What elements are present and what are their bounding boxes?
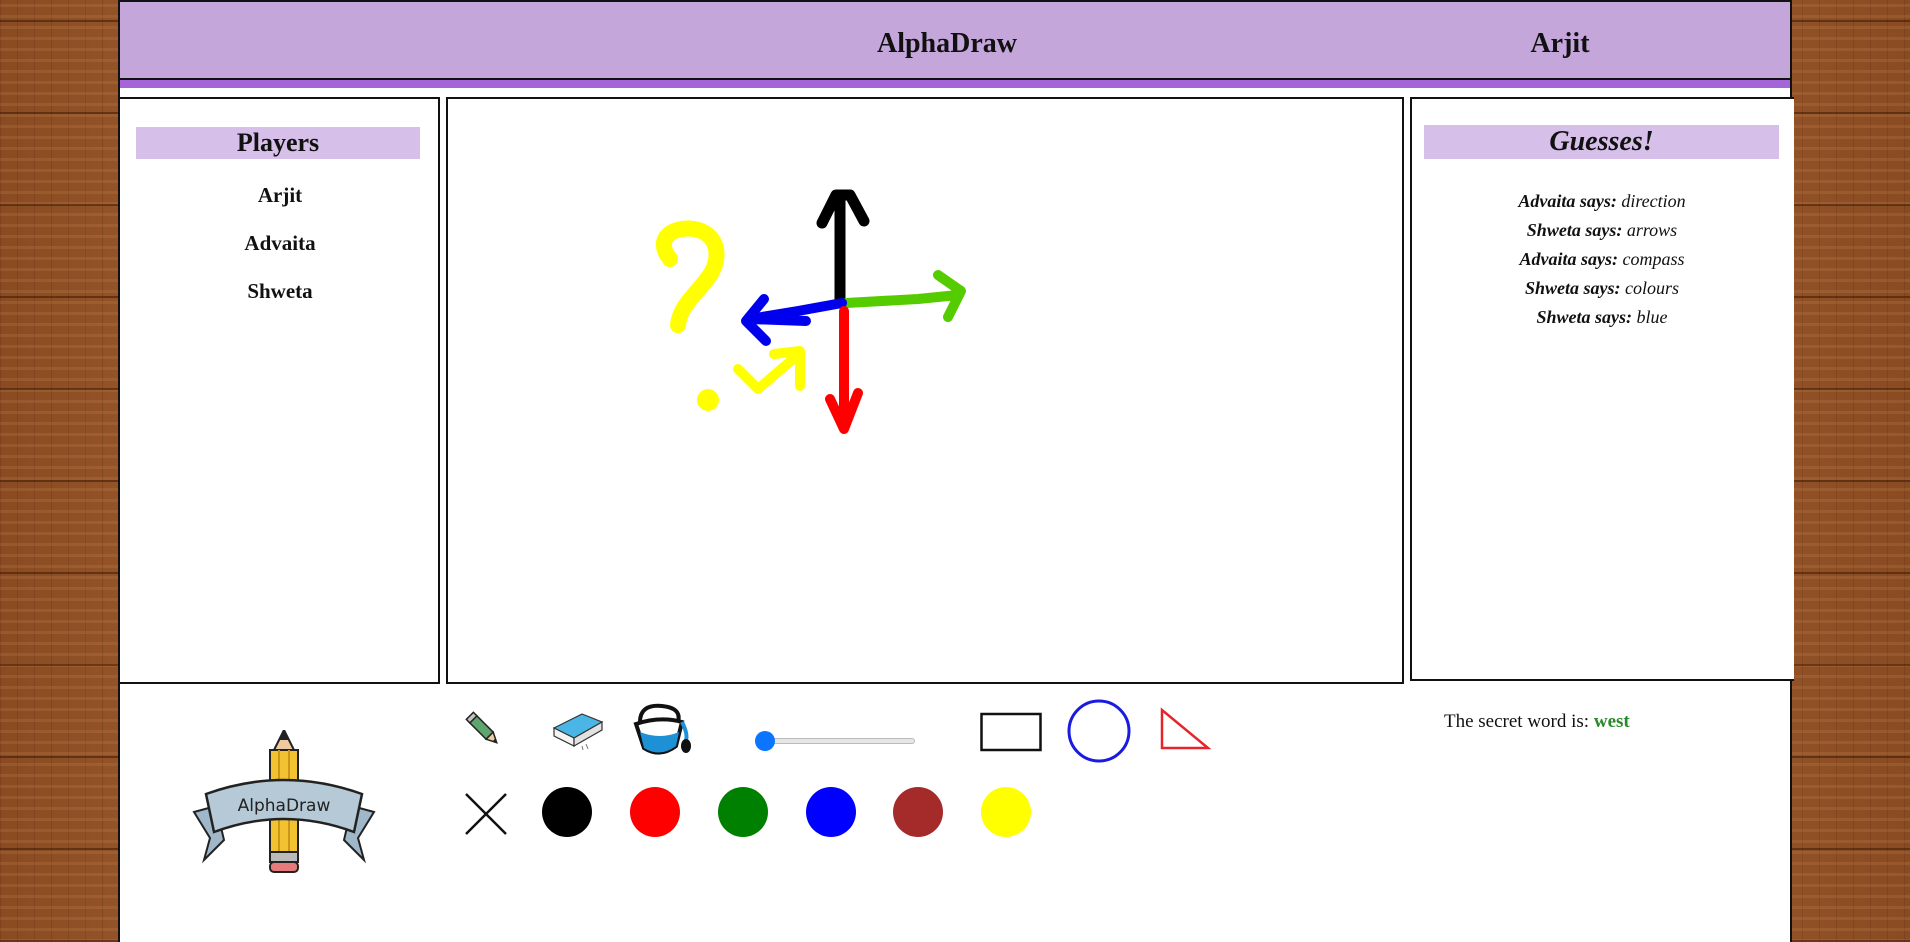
stroke-yellow-arrow	[733, 346, 805, 394]
logo-text: AlphaDraw	[238, 796, 331, 816]
paint-bucket-icon	[633, 703, 691, 755]
brush-size-slider[interactable]	[755, 731, 917, 751]
color-swatch-green[interactable]	[718, 787, 768, 837]
app-window: AlphaDraw Arjit Players Arjit Advaita Sh…	[118, 0, 1794, 942]
guess-list: Advaita says: direction Shweta says: arr…	[1412, 187, 1792, 332]
eraser-tool-button[interactable]	[548, 706, 604, 751]
guess-player: Shweta	[1524, 278, 1580, 298]
color-swatch-red[interactable]	[630, 787, 680, 837]
guesses-heading: Guesses!	[1424, 125, 1779, 159]
color-swatch-brown[interactable]	[893, 787, 943, 837]
pencil-icon	[465, 711, 498, 744]
stroke-black-arrow	[816, 189, 870, 307]
rectangle-icon	[980, 712, 1042, 752]
drawing-canvas[interactable]	[446, 97, 1404, 684]
current-user-name: Arjit	[1530, 28, 1590, 59]
fill-tool-button[interactable]	[630, 700, 694, 760]
guess-says: says:	[1583, 278, 1621, 298]
guess-says: says:	[1595, 307, 1633, 327]
eraser-icon	[552, 713, 604, 751]
guess-text: arrows	[1626, 220, 1678, 240]
guess-text: colours	[1625, 278, 1680, 298]
player-item: Advaita	[244, 231, 316, 255]
stroke-red-arrow	[825, 306, 863, 434]
player-item: Shweta	[247, 279, 313, 303]
slider-thumb[interactable]	[755, 731, 775, 751]
secret-word-label: The secret word is:	[1444, 711, 1590, 732]
circle-icon	[1067, 699, 1131, 763]
canvas-drawing	[656, 189, 966, 434]
guess-says: says:	[1579, 191, 1617, 211]
color-swatch-blue[interactable]	[806, 787, 856, 837]
guess-says: says:	[1581, 249, 1618, 269]
alphadraw-logo: AlphaDraw	[186, 727, 382, 876]
player-list: Arjit Advaita Shweta	[120, 179, 440, 323]
secret-word-display: The secret word is: west	[1444, 711, 1630, 733]
triangle-icon	[1160, 707, 1212, 750]
guess-player: Shweta	[1536, 307, 1591, 327]
rectangle-tool-button[interactable]	[980, 712, 1042, 752]
guess-text: blue	[1636, 307, 1668, 327]
color-swatch-yellow[interactable]	[981, 787, 1031, 837]
stroke-blue-arrow	[741, 294, 847, 346]
guess-text: direction	[1621, 191, 1686, 211]
clear-icon	[465, 793, 507, 835]
guess-text: compass	[1622, 249, 1685, 269]
toolbar: AlphaDraw The secret word is: west	[120, 684, 1790, 942]
guess-item: Shweta says: colours	[1412, 274, 1792, 303]
guess-player: Advaita	[1519, 249, 1577, 269]
guess-player: Advaita	[1518, 191, 1576, 211]
color-swatch-black[interactable]	[542, 787, 592, 837]
guess-item: Shweta says: blue	[1412, 303, 1792, 332]
players-panel: Players Arjit Advaita Shweta	[120, 97, 440, 684]
guesses-panel: Guesses! Advaita says: direction Shweta …	[1410, 97, 1794, 681]
clear-canvas-button[interactable]	[462, 790, 510, 838]
stroke-yellow-question	[656, 220, 725, 333]
header-bar: AlphaDraw Arjit	[120, 0, 1790, 88]
pencil-tool-button[interactable]	[462, 708, 506, 752]
circle-tool-button[interactable]	[1066, 698, 1132, 764]
guess-item: Shweta says: arrows	[1412, 216, 1792, 245]
guess-item: Advaita says: direction	[1412, 187, 1792, 216]
slider-track	[755, 738, 915, 744]
stroke-green-arrow	[841, 270, 966, 322]
guess-says: says:	[1585, 220, 1623, 240]
guess-player: Shweta	[1526, 220, 1581, 240]
player-item: Arjit	[257, 183, 303, 207]
players-heading: Players	[136, 127, 420, 159]
secret-word-value: west	[1593, 711, 1630, 732]
guess-item: Advaita says: compass	[1412, 245, 1792, 274]
triangle-tool-button[interactable]	[1158, 704, 1214, 752]
stroke-yellow-dot	[697, 389, 719, 411]
